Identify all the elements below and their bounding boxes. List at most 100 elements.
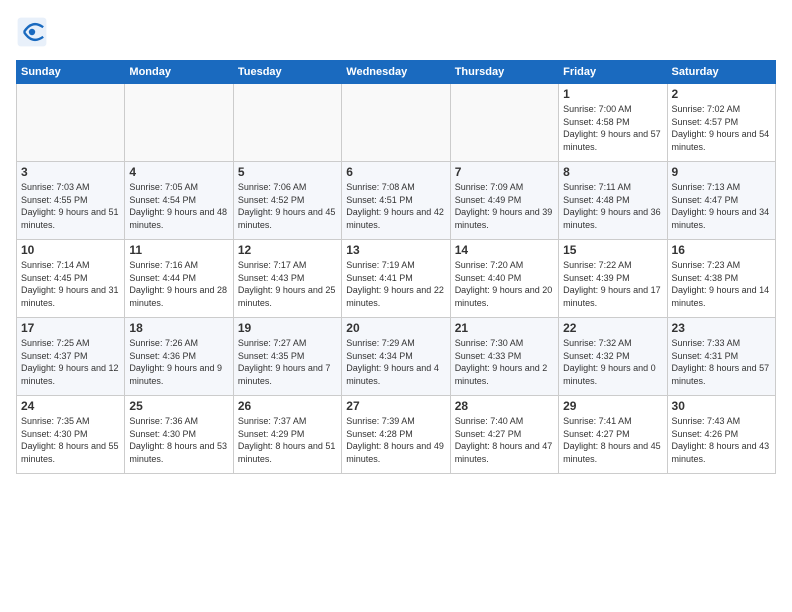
day-info: Sunrise: 7:19 AM Sunset: 4:41 PM Dayligh… xyxy=(346,259,445,309)
day-info: Sunrise: 7:41 AM Sunset: 4:27 PM Dayligh… xyxy=(563,415,662,465)
day-cell: 12 Sunrise: 7:17 AM Sunset: 4:43 PM Dayli… xyxy=(233,240,341,318)
day-number: 3 xyxy=(21,165,120,179)
col-header-tuesday: Tuesday xyxy=(233,61,341,84)
day-number: 16 xyxy=(672,243,771,257)
day-cell: 18 Sunrise: 7:26 AM Sunset: 4:36 PM Dayli… xyxy=(125,318,233,396)
week-row-1: 1 Sunrise: 7:00 AM Sunset: 4:58 PM Daylig… xyxy=(17,84,776,162)
day-info: Sunrise: 7:33 AM Sunset: 4:31 PM Dayligh… xyxy=(672,337,771,387)
day-cell xyxy=(450,84,558,162)
day-number: 4 xyxy=(129,165,228,179)
day-cell xyxy=(233,84,341,162)
day-info: Sunrise: 7:37 AM Sunset: 4:29 PM Dayligh… xyxy=(238,415,337,465)
day-info: Sunrise: 7:03 AM Sunset: 4:55 PM Dayligh… xyxy=(21,181,120,231)
day-info: Sunrise: 7:40 AM Sunset: 4:27 PM Dayligh… xyxy=(455,415,554,465)
logo-icon xyxy=(16,16,48,48)
page: SundayMondayTuesdayWednesdayThursdayFrid… xyxy=(0,0,792,612)
day-cell: 29 Sunrise: 7:41 AM Sunset: 4:27 PM Dayli… xyxy=(559,396,667,474)
day-info: Sunrise: 7:08 AM Sunset: 4:51 PM Dayligh… xyxy=(346,181,445,231)
day-number: 27 xyxy=(346,399,445,413)
day-info: Sunrise: 7:09 AM Sunset: 4:49 PM Dayligh… xyxy=(455,181,554,231)
day-cell: 20 Sunrise: 7:29 AM Sunset: 4:34 PM Dayli… xyxy=(342,318,450,396)
col-header-wednesday: Wednesday xyxy=(342,61,450,84)
day-number: 22 xyxy=(563,321,662,335)
day-number: 26 xyxy=(238,399,337,413)
day-info: Sunrise: 7:39 AM Sunset: 4:28 PM Dayligh… xyxy=(346,415,445,465)
day-number: 2 xyxy=(672,87,771,101)
day-info: Sunrise: 7:06 AM Sunset: 4:52 PM Dayligh… xyxy=(238,181,337,231)
day-number: 25 xyxy=(129,399,228,413)
day-cell: 21 Sunrise: 7:30 AM Sunset: 4:33 PM Dayli… xyxy=(450,318,558,396)
day-cell: 22 Sunrise: 7:32 AM Sunset: 4:32 PM Dayli… xyxy=(559,318,667,396)
week-row-4: 17 Sunrise: 7:25 AM Sunset: 4:37 PM Dayli… xyxy=(17,318,776,396)
day-info: Sunrise: 7:36 AM Sunset: 4:30 PM Dayligh… xyxy=(129,415,228,465)
day-number: 12 xyxy=(238,243,337,257)
day-number: 15 xyxy=(563,243,662,257)
day-cell: 9Sunrise: 7:13 AM Sunset: 4:47 PM Daylig… xyxy=(667,162,775,240)
col-header-sunday: Sunday xyxy=(17,61,125,84)
day-info: Sunrise: 7:00 AM Sunset: 4:58 PM Dayligh… xyxy=(563,103,662,153)
day-cell: 8Sunrise: 7:11 AM Sunset: 4:48 PM Daylig… xyxy=(559,162,667,240)
day-number: 6 xyxy=(346,165,445,179)
calendar-header-row: SundayMondayTuesdayWednesdayThursdayFrid… xyxy=(17,61,776,84)
day-cell: 15 Sunrise: 7:22 AM Sunset: 4:39 PM Dayli… xyxy=(559,240,667,318)
day-cell: 4 Sunrise: 7:05 AM Sunset: 4:54 PM Daylig… xyxy=(125,162,233,240)
day-cell: 1 Sunrise: 7:00 AM Sunset: 4:58 PM Daylig… xyxy=(559,84,667,162)
day-number: 19 xyxy=(238,321,337,335)
day-cell: 13Sunrise: 7:19 AM Sunset: 4:41 PM Dayli… xyxy=(342,240,450,318)
day-number: 10 xyxy=(21,243,120,257)
day-info: Sunrise: 7:05 AM Sunset: 4:54 PM Dayligh… xyxy=(129,181,228,231)
day-number: 20 xyxy=(346,321,445,335)
day-number: 14 xyxy=(455,243,554,257)
day-info: Sunrise: 7:25 AM Sunset: 4:37 PM Dayligh… xyxy=(21,337,120,387)
day-cell: 5 Sunrise: 7:06 AM Sunset: 4:52 PM Daylig… xyxy=(233,162,341,240)
day-cell xyxy=(17,84,125,162)
day-info: Sunrise: 7:17 AM Sunset: 4:43 PM Dayligh… xyxy=(238,259,337,309)
day-info: Sunrise: 7:35 AM Sunset: 4:30 PM Dayligh… xyxy=(21,415,120,465)
day-number: 1 xyxy=(563,87,662,101)
day-cell: 14 Sunrise: 7:20 AM Sunset: 4:40 PM Dayli… xyxy=(450,240,558,318)
day-info: Sunrise: 7:32 AM Sunset: 4:32 PM Dayligh… xyxy=(563,337,662,387)
day-cell: 26 Sunrise: 7:37 AM Sunset: 4:29 PM Dayli… xyxy=(233,396,341,474)
day-cell: 30 Sunrise: 7:43 AM Sunset: 4:26 PM Dayli… xyxy=(667,396,775,474)
col-header-friday: Friday xyxy=(559,61,667,84)
week-row-3: 10Sunrise: 7:14 AM Sunset: 4:45 PM Dayli… xyxy=(17,240,776,318)
day-number: 9 xyxy=(672,165,771,179)
day-number: 8 xyxy=(563,165,662,179)
day-info: Sunrise: 7:30 AM Sunset: 4:33 PM Dayligh… xyxy=(455,337,554,387)
week-row-5: 24 Sunrise: 7:35 AM Sunset: 4:30 PM Dayli… xyxy=(17,396,776,474)
day-cell: 6 Sunrise: 7:08 AM Sunset: 4:51 PM Daylig… xyxy=(342,162,450,240)
day-info: Sunrise: 7:29 AM Sunset: 4:34 PM Dayligh… xyxy=(346,337,445,387)
day-cell: 27 Sunrise: 7:39 AM Sunset: 4:28 PM Dayli… xyxy=(342,396,450,474)
day-info: Sunrise: 7:20 AM Sunset: 4:40 PM Dayligh… xyxy=(455,259,554,309)
day-number: 29 xyxy=(563,399,662,413)
day-info: Sunrise: 7:27 AM Sunset: 4:35 PM Dayligh… xyxy=(238,337,337,387)
day-cell: 24 Sunrise: 7:35 AM Sunset: 4:30 PM Dayli… xyxy=(17,396,125,474)
col-header-monday: Monday xyxy=(125,61,233,84)
day-cell: 10Sunrise: 7:14 AM Sunset: 4:45 PM Dayli… xyxy=(17,240,125,318)
day-info: Sunrise: 7:22 AM Sunset: 4:39 PM Dayligh… xyxy=(563,259,662,309)
day-number: 11 xyxy=(129,243,228,257)
day-info: Sunrise: 7:16 AM Sunset: 4:44 PM Dayligh… xyxy=(129,259,228,309)
day-cell: 23 Sunrise: 7:33 AM Sunset: 4:31 PM Dayli… xyxy=(667,318,775,396)
day-cell xyxy=(125,84,233,162)
week-row-2: 3 Sunrise: 7:03 AM Sunset: 4:55 PM Daylig… xyxy=(17,162,776,240)
day-info: Sunrise: 7:43 AM Sunset: 4:26 PM Dayligh… xyxy=(672,415,771,465)
calendar-table: SundayMondayTuesdayWednesdayThursdayFrid… xyxy=(16,60,776,474)
day-cell: 17 Sunrise: 7:25 AM Sunset: 4:37 PM Dayli… xyxy=(17,318,125,396)
day-number: 28 xyxy=(455,399,554,413)
day-cell: 3 Sunrise: 7:03 AM Sunset: 4:55 PM Daylig… xyxy=(17,162,125,240)
day-number: 30 xyxy=(672,399,771,413)
col-header-saturday: Saturday xyxy=(667,61,775,84)
day-number: 17 xyxy=(21,321,120,335)
day-cell: 16Sunrise: 7:23 AM Sunset: 4:38 PM Dayli… xyxy=(667,240,775,318)
day-number: 21 xyxy=(455,321,554,335)
day-cell: 25 Sunrise: 7:36 AM Sunset: 4:30 PM Dayli… xyxy=(125,396,233,474)
day-cell xyxy=(342,84,450,162)
day-info: Sunrise: 7:02 AM Sunset: 4:57 PM Dayligh… xyxy=(672,103,771,153)
day-number: 24 xyxy=(21,399,120,413)
header xyxy=(16,16,776,48)
day-number: 5 xyxy=(238,165,337,179)
day-info: Sunrise: 7:26 AM Sunset: 4:36 PM Dayligh… xyxy=(129,337,228,387)
day-number: 18 xyxy=(129,321,228,335)
day-number: 23 xyxy=(672,321,771,335)
